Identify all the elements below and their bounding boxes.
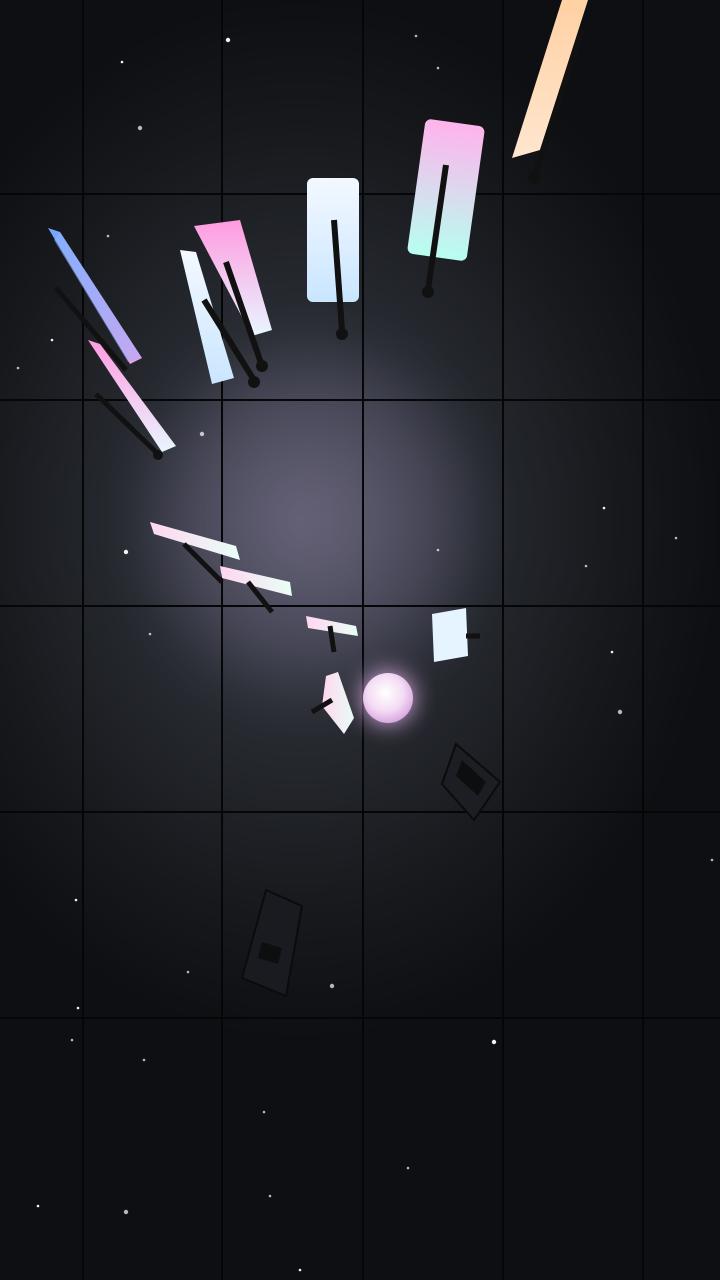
rolling-ball [363, 673, 413, 723]
domino-panel [512, 0, 588, 184]
domino-panel [310, 672, 354, 734]
fallen-panel [440, 742, 502, 822]
domino-panel [432, 608, 480, 662]
domino-panel [307, 178, 359, 340]
domino-panel [407, 119, 485, 298]
domino-track [48, 0, 588, 998]
domino-panel [220, 566, 292, 614]
fallen-panel [240, 888, 304, 998]
game-scene [0, 0, 720, 1280]
domino-panel [306, 616, 358, 653]
